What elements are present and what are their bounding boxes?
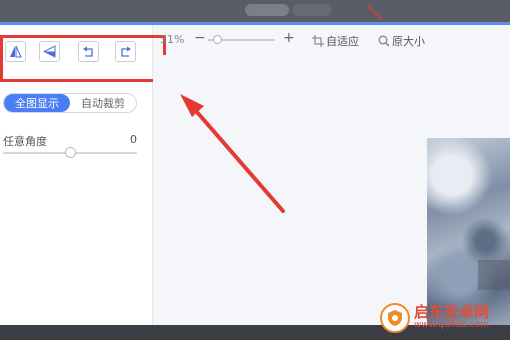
shield-logo-icon <box>388 310 402 326</box>
annotation-arrow-layer <box>180 5 383 213</box>
annotation-arrow <box>188 102 285 213</box>
watermark: 启东安卓网 www.qdltdu.com <box>380 300 510 336</box>
annotation-arrow-top <box>367 5 383 21</box>
watermark-url: www.qdltdu.com <box>414 320 490 331</box>
watermark-logo-icon <box>380 303 410 333</box>
watermark-name: 启东安卓网 <box>414 303 490 322</box>
